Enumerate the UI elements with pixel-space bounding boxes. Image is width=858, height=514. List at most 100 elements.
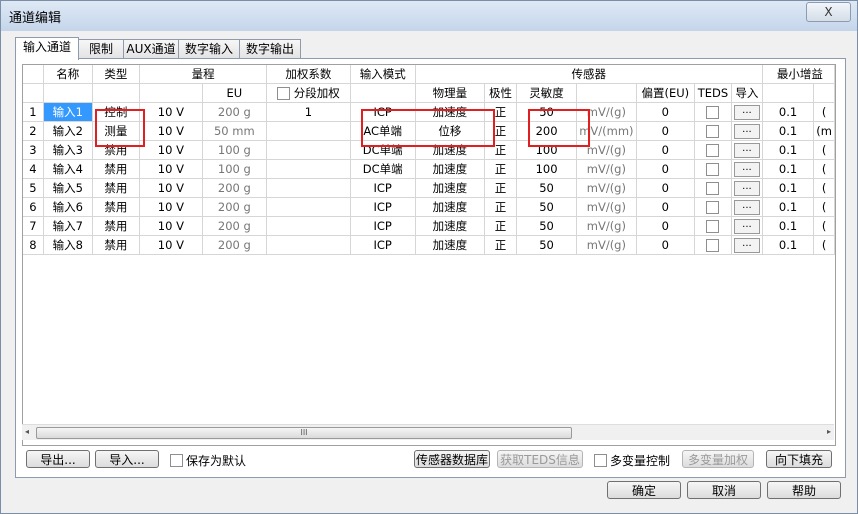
overflow-cell[interactable]: (: [813, 216, 835, 236]
polarity-cell[interactable]: 正: [484, 159, 517, 179]
multivar-control-checkbox[interactable]: [594, 454, 607, 467]
multivar-control-option[interactable]: 多变量控制: [594, 452, 670, 469]
range-cell[interactable]: 10 V: [139, 121, 203, 141]
import-cell[interactable]: ...: [731, 216, 763, 236]
range-cell[interactable]: 10 V: [139, 197, 203, 217]
channel-name-cell[interactable]: 输入8: [43, 235, 93, 255]
import-cell[interactable]: ...: [731, 159, 763, 179]
import-sensor-button[interactable]: ...: [733, 104, 760, 120]
export-button[interactable]: 导出...: [26, 450, 90, 468]
input-mode-cell[interactable]: ICP: [350, 197, 416, 217]
channel-name-cell[interactable]: 输入7: [43, 216, 93, 236]
sensitivity-unit-cell[interactable]: mV/(g): [576, 178, 637, 198]
table-row[interactable]: 8 输入8 禁用 10 V 200 g ICP 加速度正 50 mV/(g) 0... 0.1(: [23, 235, 835, 255]
import-sensor-button[interactable]: ...: [733, 237, 760, 253]
channel-name-cell[interactable]: 输入1: [43, 102, 93, 122]
teds-checkbox[interactable]: [706, 144, 720, 157]
get-teds-button[interactable]: 获取TEDS信息: [497, 450, 583, 468]
teds-cell[interactable]: [694, 235, 732, 255]
row-index[interactable]: 4: [23, 159, 44, 179]
import-sensor-button[interactable]: ...: [733, 142, 760, 158]
close-button[interactable]: X: [806, 2, 851, 22]
row-index[interactable]: 6: [23, 197, 44, 217]
sensitivity-cell[interactable]: 100: [516, 159, 578, 179]
teds-cell[interactable]: [694, 216, 732, 236]
eu-cell[interactable]: 100 g: [202, 159, 268, 179]
import-cell[interactable]: ...: [731, 140, 763, 160]
physical-quantity-cell[interactable]: 加速度: [415, 197, 486, 217]
eu-cell[interactable]: 200 g: [202, 178, 268, 198]
offset-cell[interactable]: 0: [636, 197, 696, 217]
import-sensor-button[interactable]: ...: [733, 218, 760, 234]
teds-checkbox[interactable]: [706, 163, 720, 176]
segmented-weight-checkbox[interactable]: [277, 87, 291, 100]
tab-digital-input[interactable]: 数字输入: [178, 39, 240, 58]
range-cell[interactable]: 10 V: [139, 159, 203, 179]
input-mode-cell[interactable]: ICP: [350, 178, 416, 198]
teds-checkbox[interactable]: [706, 220, 720, 233]
row-index[interactable]: 8: [23, 235, 44, 255]
sensitivity-unit-cell[interactable]: mV/(g): [576, 216, 637, 236]
import-cell[interactable]: ...: [731, 235, 763, 255]
range-cell[interactable]: 10 V: [139, 235, 203, 255]
min-increment-cell[interactable]: 0.1: [762, 159, 815, 179]
channel-name-cell[interactable]: 输入2: [43, 121, 93, 141]
sensitivity-unit-cell[interactable]: mV/(g): [576, 197, 637, 217]
teds-checkbox[interactable]: [706, 201, 720, 214]
physical-quantity-cell[interactable]: 加速度: [415, 159, 486, 179]
min-increment-cell[interactable]: 0.1: [762, 121, 815, 141]
save-default-checkbox[interactable]: [170, 454, 183, 467]
table-row[interactable]: 6 输入6 禁用 10 V 200 g ICP 加速度正 50 mV/(g) 0... 0.1(: [23, 197, 835, 217]
teds-cell[interactable]: [694, 102, 732, 122]
scrollbar-thumb[interactable]: III: [36, 427, 572, 439]
tab-digital-output[interactable]: 数字输出: [239, 39, 301, 58]
input-mode-cell[interactable]: ICP: [350, 235, 416, 255]
range-cell[interactable]: 10 V: [139, 102, 203, 122]
teds-cell[interactable]: [694, 197, 732, 217]
horizontal-scrollbar[interactable]: ◂ III ▸: [22, 424, 834, 440]
teds-checkbox[interactable]: [706, 106, 720, 119]
eu-cell[interactable]: 200 g: [202, 102, 268, 122]
sensor-database-button[interactable]: 传感器数据库: [414, 450, 490, 468]
tab-aux-channels[interactable]: AUX通道: [123, 39, 179, 58]
tab-input-channels[interactable]: 输入通道: [15, 37, 79, 60]
offset-cell[interactable]: 0: [636, 140, 696, 160]
range-cell[interactable]: 10 V: [139, 216, 203, 236]
sensitivity-cell[interactable]: 50: [516, 178, 578, 198]
overflow-cell[interactable]: (: [813, 197, 835, 217]
offset-cell[interactable]: 0: [636, 159, 696, 179]
polarity-cell[interactable]: 正: [484, 216, 517, 236]
range-cell[interactable]: 10 V: [139, 140, 203, 160]
min-increment-cell[interactable]: 0.1: [762, 197, 815, 217]
sensitivity-unit-cell[interactable]: mV/(g): [576, 159, 637, 179]
channel-type-cell[interactable]: 禁用: [92, 235, 141, 255]
scroll-left-arrow[interactable]: ◂: [25, 427, 29, 436]
offset-cell[interactable]: 0: [636, 178, 696, 198]
overflow-cell[interactable]: (: [813, 235, 835, 255]
channel-type-cell[interactable]: 禁用: [92, 159, 141, 179]
min-increment-cell[interactable]: 0.1: [762, 140, 815, 160]
offset-cell[interactable]: 0: [636, 235, 696, 255]
table-row[interactable]: 7 输入7 禁用 10 V 200 g ICP 加速度正 50 mV/(g) 0... 0.1(: [23, 216, 835, 236]
teds-checkbox[interactable]: [706, 182, 720, 195]
weight-cell[interactable]: [266, 178, 351, 198]
teds-checkbox[interactable]: [706, 239, 720, 252]
import-sensor-button[interactable]: ...: [733, 199, 760, 215]
min-increment-cell[interactable]: 0.1: [762, 216, 815, 236]
offset-cell[interactable]: 0: [636, 216, 696, 236]
multivar-weight-button[interactable]: 多变量加权: [682, 450, 754, 468]
overflow-cell[interactable]: (: [813, 102, 835, 122]
teds-cell[interactable]: [694, 121, 732, 141]
import-sensor-button[interactable]: ...: [733, 180, 760, 196]
sensitivity-cell[interactable]: 50: [516, 197, 578, 217]
min-increment-cell[interactable]: 0.1: [762, 178, 815, 198]
teds-checkbox[interactable]: [706, 125, 720, 138]
import-cell[interactable]: ...: [731, 102, 763, 122]
channel-type-cell[interactable]: 禁用: [92, 178, 141, 198]
import-cell[interactable]: ...: [731, 197, 763, 217]
physical-quantity-cell[interactable]: 加速度: [415, 216, 486, 236]
eu-cell[interactable]: 100 g: [202, 140, 268, 160]
import-sensor-button[interactable]: ...: [733, 123, 760, 139]
cancel-button[interactable]: 取消: [687, 481, 761, 499]
min-increment-cell[interactable]: 0.1: [762, 235, 815, 255]
